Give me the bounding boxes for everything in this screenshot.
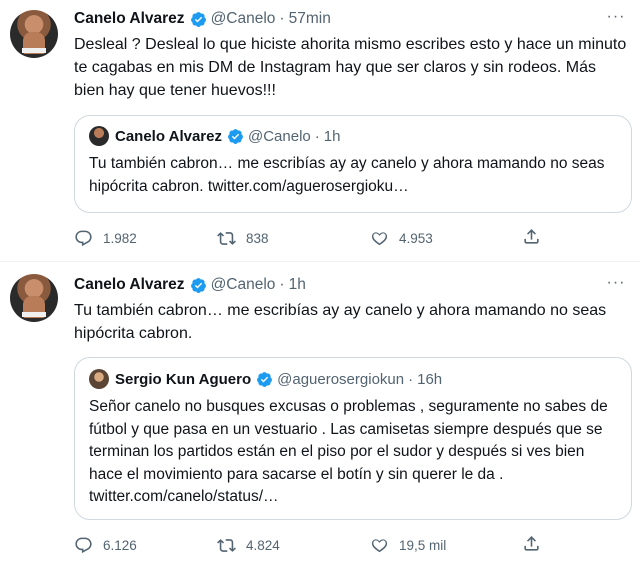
reply-icon (75, 537, 92, 553)
reply-button[interactable]: 6.126 (74, 534, 137, 556)
more-icon[interactable]: ··· (604, 8, 628, 28)
reply-count: 1.982 (103, 230, 137, 246)
quoted-tweet[interactable]: Canelo Alvarez @Canelo · 1h Tu también c… (74, 115, 632, 213)
share-icon (524, 229, 539, 244)
heart-icon (371, 538, 388, 552)
separator: · (279, 10, 285, 27)
quoted-timestamp: 16h (417, 370, 443, 388)
retweet-icon (217, 538, 236, 552)
reply-count: 6.126 (103, 537, 137, 553)
retweet-button[interactable]: 4.824 (217, 534, 280, 556)
quoted-tweet-text: Tu también cabron… me escribías ay ay ca… (89, 155, 605, 195)
verified-badge-icon (190, 277, 206, 293)
like-count: 19,5 mil (399, 537, 447, 553)
like-count: 4.953 (399, 230, 433, 246)
more-icon[interactable]: ··· (604, 274, 628, 294)
tweet[interactable]: Canelo Alvarez @Canelo · 57min ··· Desle… (0, 0, 640, 262)
tweet-text: Desleal ? Desleal lo que hiciste ahorita… (74, 36, 627, 99)
verified-badge-icon (228, 128, 243, 144)
timestamp[interactable]: 57min (289, 10, 331, 28)
retweet-count: 4.824 (246, 537, 280, 553)
avatar[interactable] (10, 274, 58, 322)
author-handle[interactable]: @Canelo (211, 276, 276, 294)
share-button[interactable] (522, 227, 541, 251)
quoted-timestamp: 1h (323, 127, 341, 145)
quoted-tweet[interactable]: Sergio Kun Aguero @aguerosergiokun · 16h… (74, 357, 632, 520)
tweet-header: Canelo Alvarez @Canelo · 1h (74, 274, 306, 296)
separator: · (279, 276, 285, 293)
avatar[interactable] (10, 10, 58, 58)
author-handle[interactable]: @Canelo (211, 10, 276, 28)
tweet-actions: 1.982 838 4.953 (74, 227, 554, 249)
tweet-header: Canelo Alvarez @Canelo · 57min (74, 8, 331, 30)
quoted-avatar (89, 369, 109, 389)
verified-badge-icon (190, 11, 206, 27)
reply-icon (75, 230, 92, 246)
retweet-icon (217, 231, 236, 245)
reply-button[interactable]: 1.982 (74, 227, 137, 249)
like-button[interactable]: 4.953 (370, 227, 433, 249)
retweet-button[interactable]: 838 (217, 227, 269, 249)
retweet-count: 838 (246, 230, 269, 246)
tweet-text: Tu también cabron… me escribías ay ay ca… (74, 302, 607, 342)
quoted-author-name: Sergio Kun Aguero (115, 370, 252, 388)
verified-badge-icon (257, 371, 273, 387)
author-name[interactable]: Canelo Alvarez (74, 10, 185, 28)
quoted-author-handle: @Canelo (248, 127, 311, 145)
like-button[interactable]: 19,5 mil (370, 534, 446, 556)
separator: · (314, 127, 320, 145)
separator: · (408, 370, 414, 388)
quoted-author-handle: @aguerosergiokun (277, 370, 405, 388)
author-name[interactable]: Canelo Alvarez (74, 276, 185, 294)
quoted-author-name: Canelo Alvarez (115, 127, 222, 145)
share-icon (524, 536, 539, 551)
tweet-actions: 6.126 4.824 19,5 mil (74, 534, 554, 556)
share-button[interactable] (522, 534, 541, 558)
quoted-avatar (89, 126, 109, 146)
tweet[interactable]: Canelo Alvarez @Canelo · 1h ··· Tu tambi… (0, 262, 640, 570)
timestamp[interactable]: 1h (289, 276, 306, 294)
quoted-tweet-header: Canelo Alvarez @Canelo · 1h (89, 126, 340, 146)
quoted-tweet-text: Señor canelo no busques excusas o proble… (89, 398, 608, 505)
heart-icon (371, 231, 388, 245)
quoted-tweet-header: Sergio Kun Aguero @aguerosergiokun · 16h (89, 369, 442, 389)
